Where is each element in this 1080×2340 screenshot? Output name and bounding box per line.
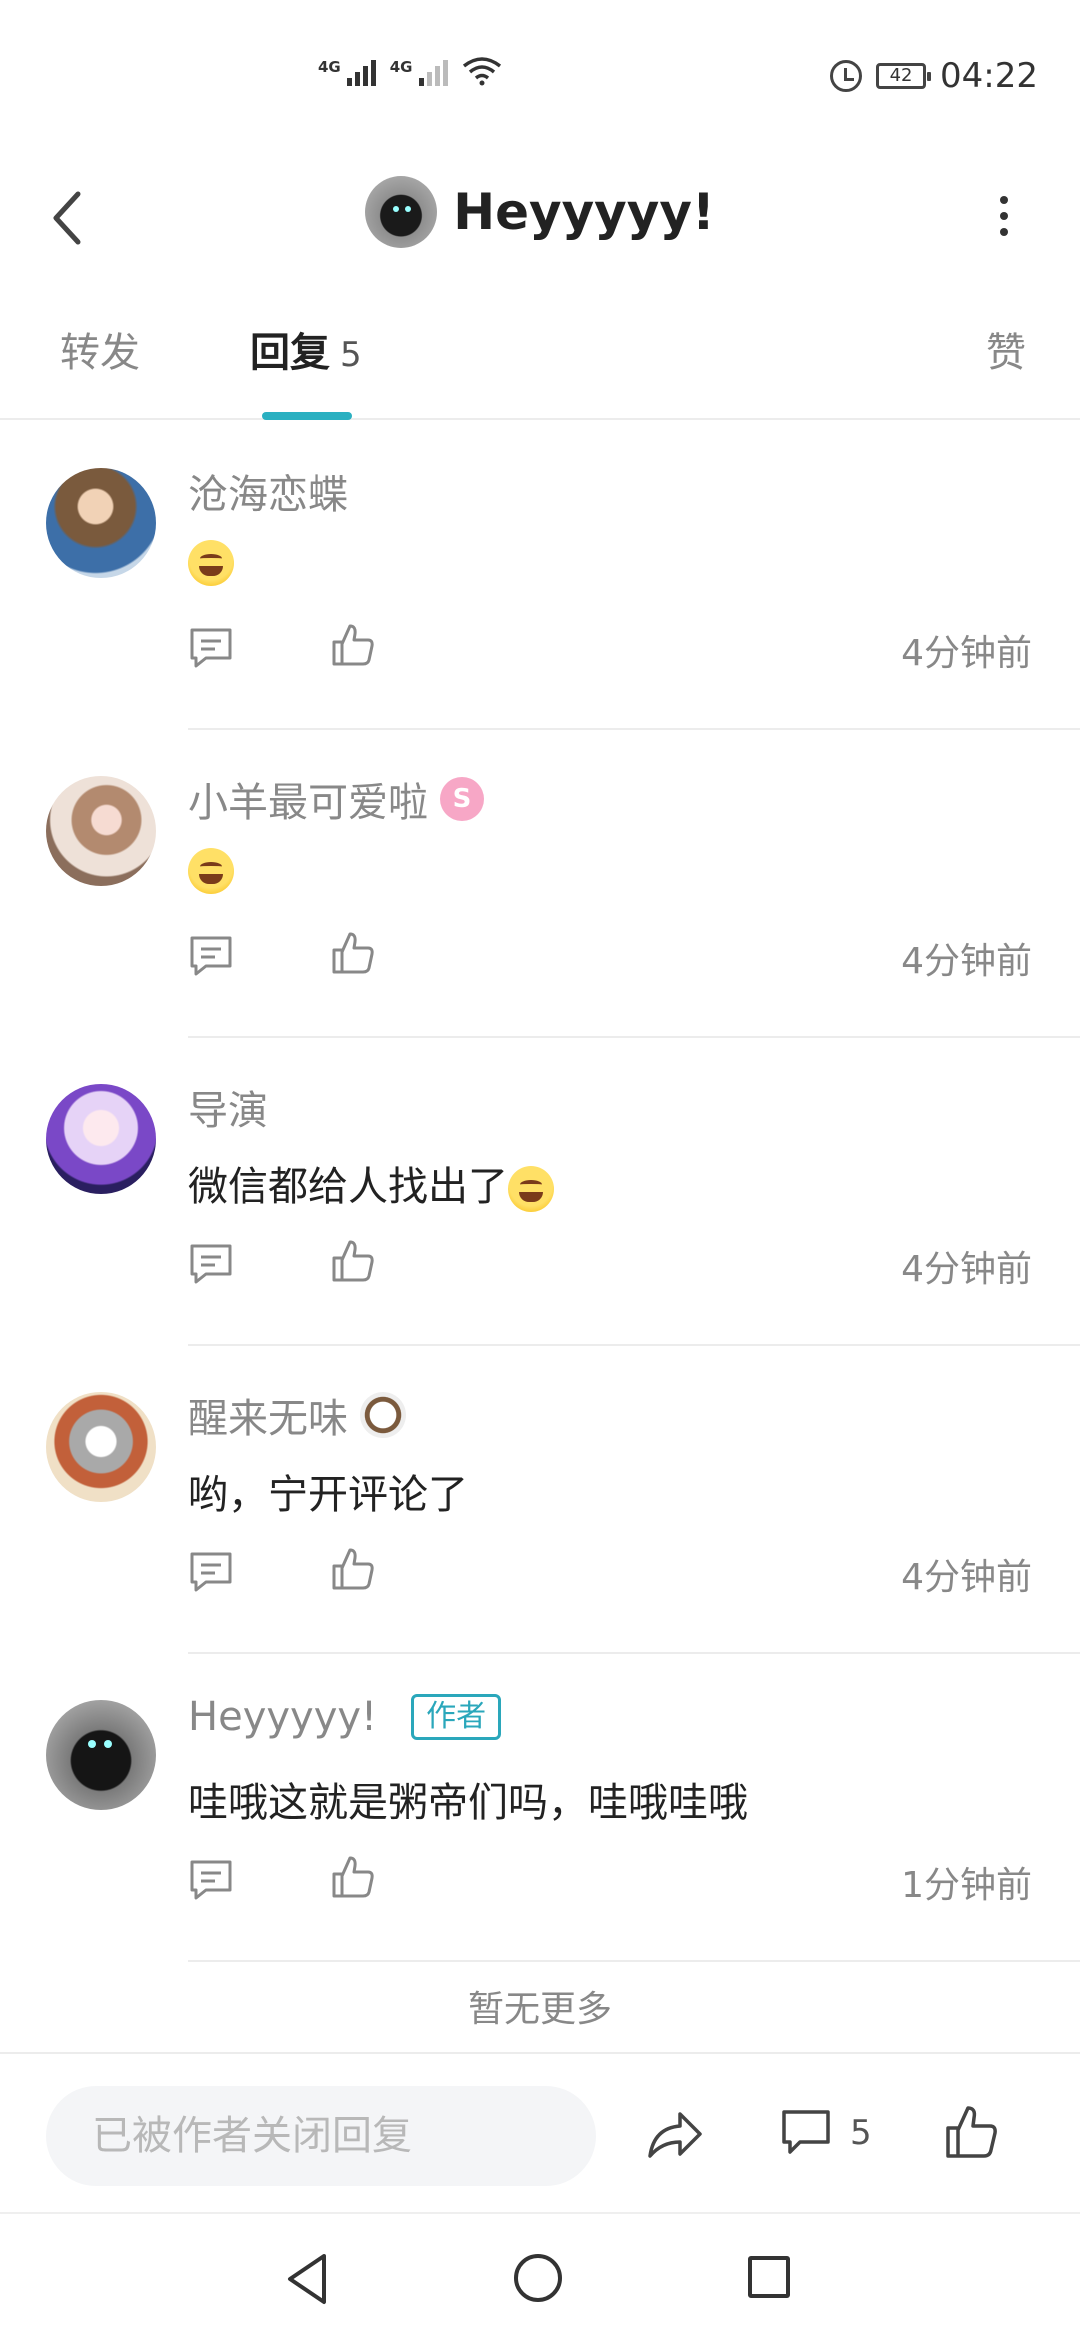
sim2-signal-icon: 4G bbox=[390, 60, 448, 86]
nav-recent-icon[interactable] bbox=[748, 2256, 790, 2298]
comment-actions: 4分钟前 bbox=[188, 1238, 1038, 1290]
comment-time: 1分钟前 bbox=[901, 1865, 1032, 1906]
comment-count: 5 bbox=[850, 2113, 872, 2153]
comment-icon[interactable] bbox=[188, 1550, 234, 1594]
comment-time: 4分钟前 bbox=[901, 1557, 1032, 1598]
status-bar: 4G 4G 42 04:22 bbox=[0, 0, 1080, 150]
thumbs-up-icon[interactable] bbox=[330, 1238, 376, 1284]
sweat-smile-emoji bbox=[188, 848, 234, 894]
wifi-icon bbox=[462, 57, 501, 86]
thumbs-up-icon[interactable] bbox=[330, 1854, 376, 1900]
tab-reply-count: 5 bbox=[340, 335, 362, 375]
cow-badge-icon bbox=[360, 1392, 406, 1438]
comment-actions: 4分钟前 bbox=[188, 930, 1038, 982]
thumbs-up-icon[interactable] bbox=[330, 622, 376, 668]
avatar[interactable] bbox=[46, 1084, 156, 1194]
yawn-emoji bbox=[508, 1166, 554, 1212]
thumbs-up-icon[interactable] bbox=[330, 1546, 376, 1592]
system-nav-bar bbox=[0, 2212, 1080, 2340]
tab-like[interactable]: 赞 bbox=[986, 320, 1026, 378]
tab-bar: 转发 回复 5 赞 bbox=[0, 320, 1080, 420]
comment-time: 4分钟前 bbox=[901, 633, 1032, 674]
more-vertical-icon[interactable] bbox=[1000, 196, 1010, 236]
nav-back-icon[interactable] bbox=[284, 2252, 332, 2306]
comment-time: 4分钟前 bbox=[901, 941, 1032, 982]
user-badge-icon: S bbox=[440, 777, 484, 821]
tab-forward[interactable]: 转发 bbox=[60, 320, 140, 378]
username[interactable]: 小羊最可爱啦 S bbox=[188, 770, 484, 828]
comment-actions: 4分钟前 bbox=[188, 1546, 1038, 1598]
header-title-group: Heyyyyy! bbox=[0, 176, 1080, 248]
sim1-signal-icon: 4G bbox=[318, 60, 376, 86]
list-item: 醒来无味 哟，宁开评论了 4分钟前 bbox=[0, 1346, 1080, 1654]
bottom-action-bar: 已被作者关闭回复 5 bbox=[0, 2052, 1080, 2212]
thumbs-up-icon[interactable] bbox=[330, 930, 376, 976]
status-right: 42 04:22 bbox=[830, 56, 1038, 96]
avatar[interactable] bbox=[46, 1700, 156, 1810]
username[interactable]: 导演 bbox=[188, 1078, 268, 1136]
list-item: 沧海恋蝶 4分钟前 bbox=[0, 422, 1080, 730]
tab-reply-label: 回复 bbox=[250, 330, 330, 376]
username[interactable]: 醒来无味 bbox=[188, 1386, 406, 1444]
battery-icon: 42 bbox=[876, 63, 932, 89]
sweat-smile-emoji bbox=[188, 540, 234, 586]
comment-list: 沧海恋蝶 4分钟前 小羊最可爱啦S 4分钟前 导演 微信都给人找出了 4分钟前 bbox=[0, 422, 1080, 1962]
comment-actions: 4分钟前 bbox=[188, 622, 1038, 674]
comment-content: 哇哦这就是粥帝们吗，哇哦哇哦 bbox=[188, 1780, 748, 1826]
page-title: Heyyyyy! bbox=[453, 183, 715, 241]
comment-icon[interactable] bbox=[188, 626, 234, 670]
clock: 04:22 bbox=[940, 56, 1038, 96]
reply-input[interactable]: 已被作者关闭回复 bbox=[46, 2086, 596, 2186]
comment-actions: 1分钟前 bbox=[188, 1854, 1038, 1906]
nav-home-icon[interactable] bbox=[514, 2254, 562, 2302]
username[interactable]: Heyyyyy! 作者 bbox=[188, 1694, 502, 1740]
divider bbox=[188, 1960, 1080, 1962]
comment-content bbox=[188, 538, 234, 586]
avatar[interactable] bbox=[46, 468, 156, 578]
comment-count-button[interactable]: 5 bbox=[780, 2108, 872, 2158]
comment-icon bbox=[782, 2110, 830, 2154]
list-item: 小羊最可爱啦 S 4分钟前 bbox=[0, 730, 1080, 1038]
username[interactable]: 沧海恋蝶 bbox=[188, 462, 348, 520]
comment-content: 微信都给人找出了 bbox=[188, 1154, 554, 1212]
comment-time: 4分钟前 bbox=[901, 1249, 1032, 1290]
signal-indicators: 4G 4G bbox=[318, 56, 502, 86]
no-more-label: 暂无更多 bbox=[467, 1989, 612, 2030]
author-avatar[interactable] bbox=[365, 176, 438, 248]
header: Heyyyyy! bbox=[0, 150, 1080, 280]
share-icon[interactable] bbox=[644, 2108, 704, 2164]
author-tag: 作者 bbox=[411, 1694, 502, 1740]
comment-content: 哟，宁开评论了 bbox=[188, 1472, 468, 1518]
alarm-icon bbox=[830, 60, 863, 92]
comment-content bbox=[188, 846, 234, 894]
comment-icon[interactable] bbox=[188, 1858, 234, 1902]
thumbs-up-icon[interactable] bbox=[944, 2104, 1000, 2160]
avatar[interactable] bbox=[46, 776, 156, 886]
list-item: 导演 微信都给人找出了 4分钟前 bbox=[0, 1038, 1080, 1346]
comment-icon[interactable] bbox=[188, 934, 234, 978]
tab-active-indicator bbox=[262, 412, 352, 420]
tab-reply[interactable]: 回复 5 bbox=[250, 320, 362, 378]
avatar[interactable] bbox=[46, 1392, 156, 1502]
list-item: Heyyyyy! 作者 哇哦这就是粥帝们吗，哇哦哇哦 1分钟前 bbox=[0, 1654, 1080, 1962]
comment-icon[interactable] bbox=[188, 1242, 234, 1286]
